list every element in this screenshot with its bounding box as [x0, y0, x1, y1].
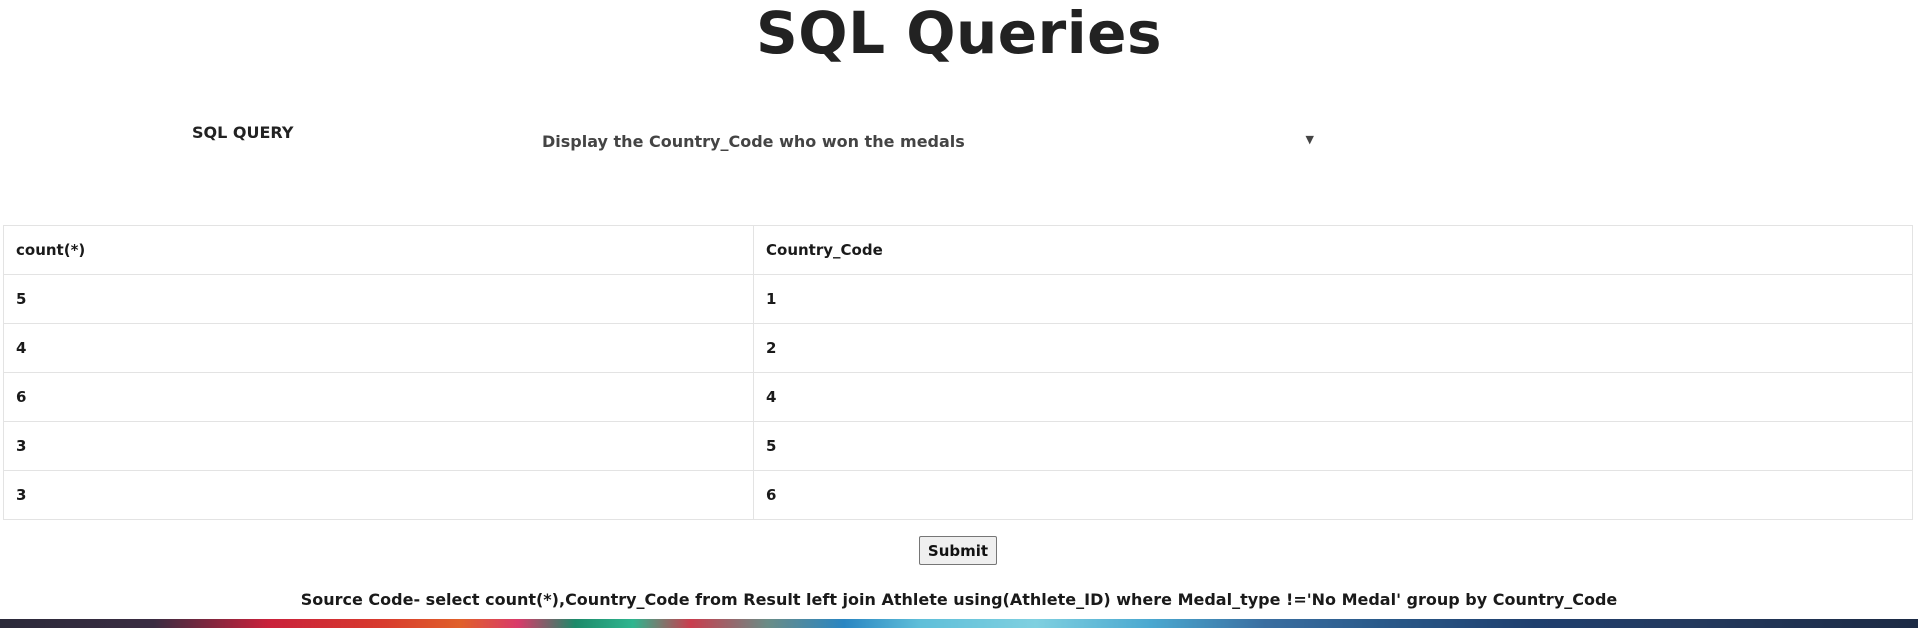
query-row: SQL QUERY Display the Country_Code who w… — [0, 118, 1918, 168]
chevron-down-icon: ▼ — [1305, 133, 1314, 146]
cell-country-code: 5 — [753, 421, 1913, 471]
source-code-text: Source Code- select count(*),Country_Cod… — [300, 590, 1618, 609]
table-header-row: count(*) Country_Code — [3, 225, 1913, 275]
results-table: count(*) Country_Code 5 1 4 2 6 4 3 5 3 — [3, 225, 1913, 520]
cell-count: 5 — [3, 274, 754, 324]
table-row: 6 4 — [3, 372, 1913, 422]
table-row: 3 5 — [3, 421, 1913, 471]
cell-country-code: 6 — [753, 470, 1913, 520]
page-title: SQL Queries — [755, 0, 1162, 67]
table-row: 5 1 — [3, 274, 1913, 324]
query-select-value: Display the Country_Code who won the med… — [542, 132, 965, 151]
cell-country-code: 4 — [753, 372, 1913, 422]
column-header-country-code: Country_Code — [753, 225, 1913, 275]
cell-count: 3 — [3, 470, 754, 520]
cell-country-code: 2 — [753, 323, 1913, 373]
cell-count: 6 — [3, 372, 754, 422]
cell-count: 3 — [3, 421, 754, 471]
page: SQL Queries SQL QUERY Display the Countr… — [0, 0, 1918, 628]
submit-button[interactable]: Submit — [919, 536, 997, 565]
column-header-count: count(*) — [3, 225, 754, 275]
query-select[interactable]: Display the Country_Code who won the med… — [530, 124, 1322, 158]
footer-decorative-band — [0, 619, 1918, 628]
table-row: 3 6 — [3, 470, 1913, 520]
table-row: 4 2 — [3, 323, 1913, 373]
query-label: SQL QUERY — [192, 123, 294, 142]
cell-count: 4 — [3, 323, 754, 373]
cell-country-code: 1 — [753, 274, 1913, 324]
